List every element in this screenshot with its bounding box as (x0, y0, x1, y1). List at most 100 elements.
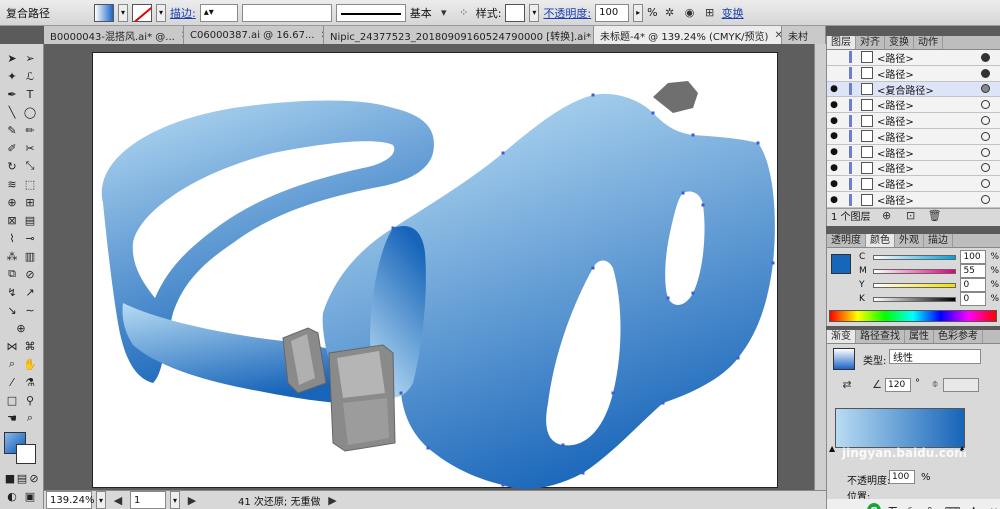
anchor-point[interactable] (666, 296, 670, 300)
artboard[interactable] (92, 52, 778, 489)
layer-row[interactable]: ● <路径> (827, 192, 1000, 208)
tab-doc-5[interactable]: 未村 (782, 26, 826, 44)
stroke-profile-preview[interactable] (335, 3, 406, 22)
opacity-field[interactable]: 100 (595, 3, 630, 22)
anchor-point[interactable] (691, 291, 695, 295)
anchor-point[interactable] (611, 391, 615, 395)
fill-dropdown[interactable]: ▾ (118, 3, 128, 22)
anchor-point[interactable] (581, 471, 585, 475)
new-sublayer-icon[interactable]: ⊕ (879, 207, 895, 223)
artboard-2-icon[interactable]: □ (4, 392, 20, 408)
target-circle-icon[interactable] (981, 84, 990, 94)
anchor-point[interactable] (391, 226, 395, 230)
target-circle-icon[interactable] (981, 52, 990, 62)
layer-row[interactable]: ● <路径> (827, 176, 1000, 193)
gradient-swatch[interactable] (833, 348, 855, 370)
target-circle-icon[interactable] (981, 100, 990, 110)
tab-doc-2[interactable]: C06000387.ai @ 16.67...✕ (184, 26, 324, 44)
status-menu-icon[interactable]: ▶ (324, 492, 340, 508)
vertical-scrollbar[interactable] (814, 44, 826, 490)
target-circle-icon[interactable] (981, 68, 990, 78)
stroke-dropdown[interactable]: ▾ (156, 3, 166, 22)
tab-attributes[interactable]: 属性 (905, 330, 934, 343)
trash-icon[interactable]: 🗑 (927, 207, 943, 223)
hand-2-icon[interactable]: ☚ (4, 410, 20, 426)
anchor-point[interactable] (591, 93, 595, 97)
artboard-dropdown[interactable]: ▾ (170, 491, 180, 509)
tab-doc-active[interactable]: 未标题-4* @ 139.24% (CMYK/预览) ✕ (594, 26, 782, 44)
layer-name[interactable]: <路径> (877, 97, 981, 112)
measure-icon[interactable]: ⚗ (22, 374, 38, 390)
grid-icon[interactable]: ⁙ (987, 503, 1000, 509)
line-tool-icon[interactable]: ╲ (4, 104, 20, 120)
opacity-link[interactable]: 不透明度: (543, 5, 591, 21)
stroke-swatch[interactable] (132, 3, 152, 22)
target-circle-icon[interactable] (981, 147, 990, 157)
layer-row[interactable]: ● <路径> (827, 113, 1000, 129)
warp-tool-icon[interactable]: ≋ (4, 176, 20, 192)
stroke-link[interactable]: 描边: (170, 5, 196, 21)
layer-name[interactable]: <路径> (877, 113, 981, 128)
anchor-point[interactable] (591, 266, 595, 270)
user-icon[interactable]: ♟ (967, 503, 981, 509)
brush-tool-icon[interactable]: ✎ (4, 122, 20, 138)
layer-name[interactable]: <路径> (877, 50, 981, 65)
graph-tool-icon[interactable]: ▥ (22, 248, 38, 264)
artboard-tool-icon[interactable]: ⧉ (4, 266, 20, 282)
tab-doc-1[interactable]: B0000043-混搭风.ai* @...✕ (44, 26, 184, 44)
visibility-eye-icon[interactable]: ● (827, 116, 841, 126)
anchor-point[interactable] (691, 133, 695, 137)
anchor-point[interactable] (501, 151, 505, 155)
target-circle-icon[interactable] (981, 163, 990, 173)
width-tool-icon[interactable]: ⋈ (4, 338, 20, 354)
anchor-point[interactable] (771, 261, 775, 265)
layer-name[interactable]: <路径> (877, 160, 981, 175)
ime-icon[interactable]: S (867, 503, 882, 509)
perspective-grid-icon[interactable]: ⊞ (22, 194, 38, 210)
layer-name[interactable]: <路径> (877, 176, 981, 191)
tool-green-icon[interactable]: ∼ (22, 302, 38, 318)
zoom-2-icon[interactable]: ⌕ (22, 410, 38, 426)
layer-name[interactable]: <路径> (877, 145, 981, 160)
eyedropper-2-icon[interactable]: ⁄ (4, 374, 20, 390)
slice-2-icon[interactable]: ⚲ (22, 392, 38, 408)
live-paint-icon[interactable]: ⌘ (22, 338, 38, 354)
shape-builder-icon[interactable]: ⊕ (4, 194, 20, 210)
anchor-point[interactable] (561, 443, 565, 447)
anchor-point[interactable] (651, 111, 655, 115)
type-tool-icon[interactable]: T (22, 86, 38, 102)
target-circle-icon[interactable] (981, 116, 990, 126)
scissor-red-icon[interactable]: ↗ (22, 284, 38, 300)
fill-swatch[interactable] (94, 3, 114, 22)
stroke-weight-field[interactable]: ▴▾ (199, 3, 238, 22)
ime-label[interactable]: 五 (887, 503, 898, 509)
visibility-eye-icon[interactable]: ● (827, 195, 841, 205)
keyboard-icon[interactable]: ⌨ (945, 503, 961, 509)
tab-transform[interactable]: 变换 (885, 36, 914, 49)
prev-artboard-icon[interactable]: ◀ (110, 492, 126, 508)
layer-row[interactable]: <路径> (827, 50, 1000, 66)
tab-transparency[interactable]: 透明度 (827, 234, 866, 247)
channel-slider[interactable] (873, 268, 957, 274)
visibility-eye-icon[interactable]: ● (827, 179, 841, 189)
hand-tool-icon[interactable]: ✋ (22, 356, 38, 372)
pencil-tool-icon[interactable]: ✏ (22, 122, 38, 138)
layer-row[interactable]: ● <路径> (827, 128, 1000, 145)
channel-slider[interactable] (873, 296, 957, 302)
brush-dropdown-icon[interactable]: ▾ (436, 5, 452, 21)
style-dropdown[interactable]: ▾ (529, 3, 540, 22)
crosshair-icon[interactable]: ⊕ (13, 320, 29, 336)
anchor-point[interactable] (399, 391, 403, 395)
layer-row[interactable]: ● <路径> (827, 160, 1000, 177)
document-canvas[interactable] (44, 44, 826, 490)
stop-opacity-field[interactable]: 100 (889, 470, 915, 484)
visibility-eye-icon[interactable]: ● (827, 100, 841, 110)
scale-tool-icon[interactable]: ⤡ (22, 158, 38, 174)
blend-tool-icon[interactable]: ⊸ (22, 230, 38, 246)
channel-slider[interactable] (873, 254, 957, 260)
isolate-icon[interactable]: ◉ (682, 5, 698, 21)
none-mode-icon[interactable]: ⊘ (26, 470, 42, 486)
reverse-gradient-icon[interactable]: ⇄ (839, 376, 855, 392)
layer-row[interactable]: ● <路径> (827, 144, 1000, 161)
brush-options-icon[interactable]: ⁘ (456, 5, 472, 21)
